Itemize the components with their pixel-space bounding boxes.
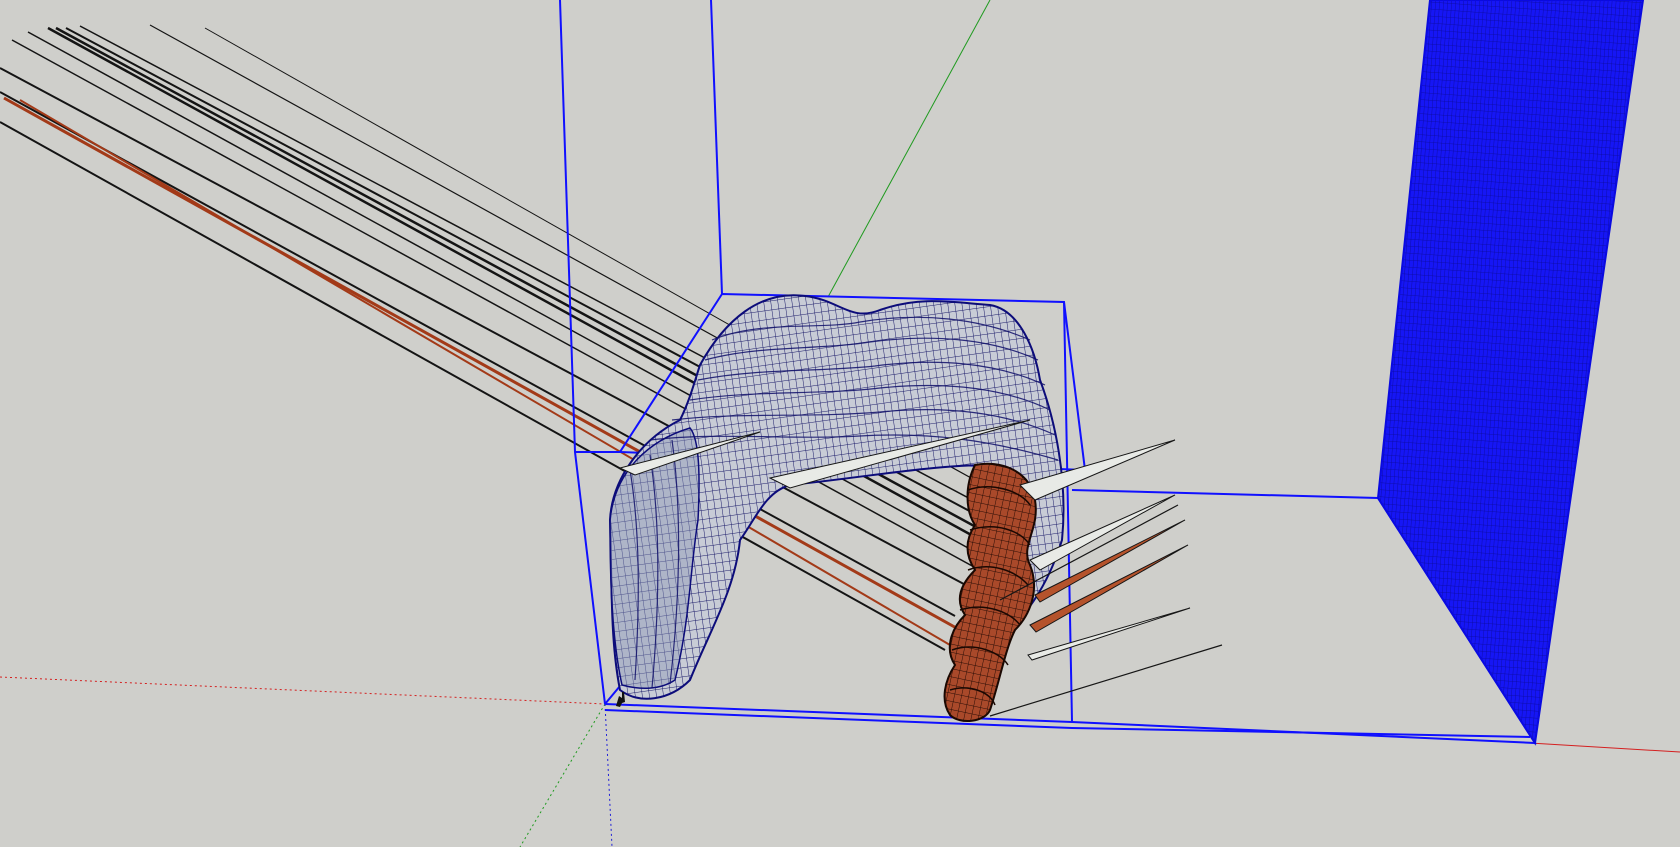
twisted-column-body[interactable] (943, 462, 1037, 722)
red-axis-negative (0, 676, 606, 705)
box-right-vertical[interactable] (1063, 301, 1073, 723)
wall-face[interactable] (1376, 0, 1645, 746)
box-edge-mid[interactable] (710, 0, 723, 295)
twisted-column[interactable] (943, 462, 1037, 722)
ground-outline-inner[interactable] (604, 709, 1531, 738)
model-canvas[interactable] (0, 0, 1680, 847)
blue-axis-negative (604, 703, 613, 847)
spike-line[interactable] (989, 644, 1223, 717)
green-axis-negative (519, 703, 606, 847)
green-axis-positive (827, 0, 991, 298)
sketchup-viewport[interactable] (0, 0, 1680, 847)
red-axis-positive (1529, 742, 1680, 753)
gridded-wall[interactable] (1376, 0, 1645, 746)
